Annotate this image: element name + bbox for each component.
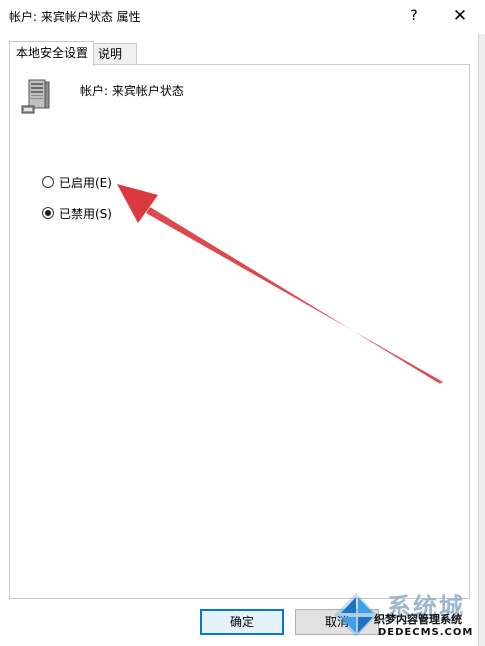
- enabled-radio[interactable]: [42, 176, 54, 188]
- watermark-cn: 织梦内容管理系统: [374, 613, 462, 626]
- disabled-radio[interactable]: [42, 207, 54, 219]
- windows-logo-icon: [334, 593, 378, 637]
- close-button[interactable]: ✕: [447, 5, 473, 27]
- tab-local-security-setting[interactable]: 本地安全设置: [9, 41, 94, 66]
- server-icon: [21, 79, 50, 114]
- enabled-option[interactable]: 已启用(E): [42, 173, 112, 191]
- ok-button[interactable]: 确定: [200, 609, 284, 635]
- properties-dialog: 帐户: 来宾帐户状态 属性 ? ✕ 本地安全设置 说明 帐户: 来宾帐户状态 已…: [0, 0, 485, 646]
- disabled-label: 已禁用(S): [59, 206, 112, 221]
- watermark: 系统城 xitongcheng.com 织梦内容管理系统 DEDECMS.COM: [330, 585, 485, 646]
- help-button[interactable]: ?: [401, 5, 427, 27]
- watermark-site: DEDECMS.COM: [378, 627, 474, 638]
- background-window-edge: [478, 0, 485, 646]
- policy-name: 帐户: 来宾帐户状态: [80, 84, 184, 98]
- disabled-option[interactable]: 已禁用(S): [42, 204, 112, 222]
- enabled-label: 已启用(E): [59, 175, 112, 190]
- title-bar: 帐户: 来宾帐户状态 属性 ? ✕: [0, 0, 485, 34]
- tab-panel: [9, 64, 470, 599]
- tab-explain[interactable]: 说明: [94, 43, 137, 65]
- window-title: 帐户: 来宾帐户状态 属性: [9, 10, 141, 24]
